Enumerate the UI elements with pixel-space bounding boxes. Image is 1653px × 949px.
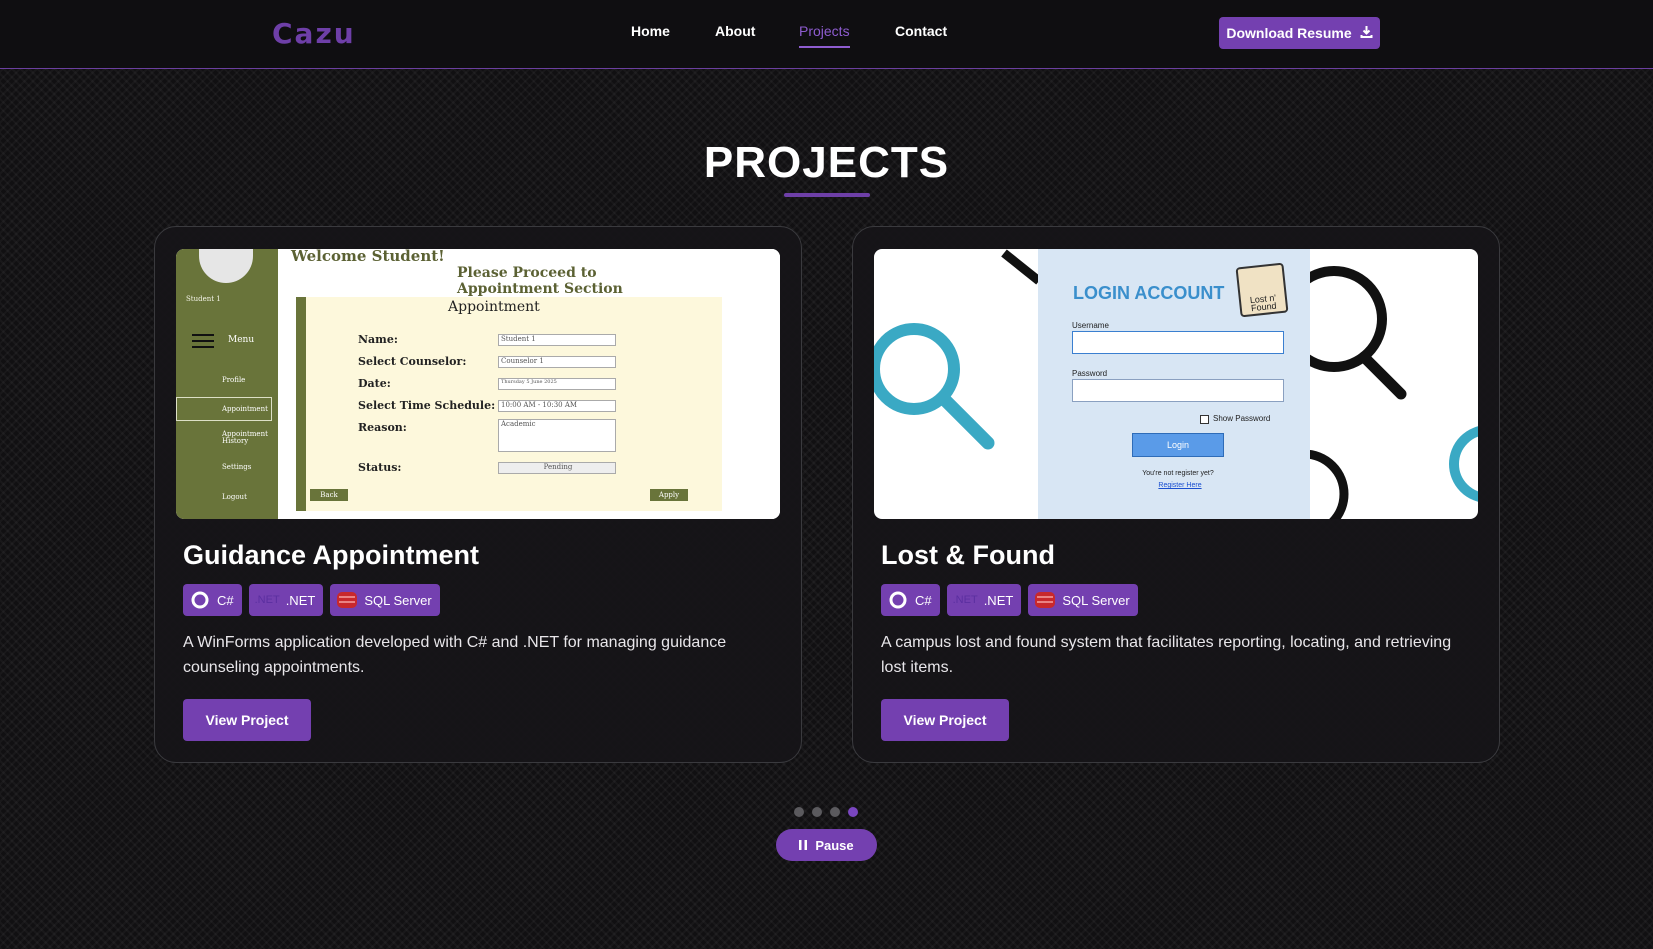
mock-student-name: Student 1 bbox=[186, 295, 221, 303]
tag-label: .NET bbox=[983, 592, 1014, 608]
download-resume-button[interactable]: Download Resume bbox=[1219, 17, 1380, 49]
nav-link-home[interactable]: Home bbox=[631, 23, 670, 39]
tag-dotnet: .NET .NET bbox=[946, 584, 1022, 616]
hamburger-icon bbox=[192, 334, 214, 348]
nav-link-contact[interactable]: Contact bbox=[895, 23, 947, 39]
mock-label: Select Time Schedule: bbox=[358, 399, 496, 412]
title-underline bbox=[784, 193, 870, 197]
pause-button[interactable]: Pause bbox=[776, 829, 877, 861]
tag-sql-server: SQL Server bbox=[330, 584, 440, 616]
project-card-lost-found: LOGIN ACCOUNT Lost n' Found Username Pas… bbox=[852, 226, 1500, 763]
section-title: PROJECTS bbox=[703, 138, 950, 187]
csharp-icon bbox=[887, 589, 909, 611]
nav-link-about[interactable]: About bbox=[715, 23, 755, 39]
sql-server-icon bbox=[1034, 589, 1056, 611]
mock-field: Pending bbox=[498, 462, 616, 474]
mock-apply-button: Apply bbox=[650, 489, 688, 501]
mock-label: Status: bbox=[358, 461, 402, 474]
dotnet-icon: .NET bbox=[952, 594, 978, 606]
view-project-button[interactable]: View Project bbox=[183, 699, 311, 741]
mock-password-label: Password bbox=[1072, 369, 1108, 378]
tag-csharp: C# bbox=[881, 584, 940, 616]
pause-icon bbox=[799, 838, 808, 853]
mock-username-label: Username bbox=[1072, 321, 1109, 330]
tag-label: SQL Server bbox=[364, 592, 432, 608]
mock-sidebar: Student 1 Menu Profile Appointment Appoi… bbox=[176, 249, 278, 519]
tech-tags: C# .NET .NET SQL Server bbox=[183, 584, 440, 616]
mock-login-button: Login bbox=[1132, 433, 1224, 457]
mock-menu-label: Menu bbox=[228, 335, 255, 345]
mock-checkbox bbox=[1200, 415, 1209, 424]
mock-field: Thursday 5 June 2025 bbox=[498, 378, 616, 390]
mock-heading-1: Please Proceed to bbox=[457, 265, 597, 281]
mock-side-item: Appointment History bbox=[222, 430, 268, 445]
tag-sql-server: SQL Server bbox=[1028, 584, 1138, 616]
navbar: Cazu Home About Projects Contact Downloa… bbox=[0, 0, 1653, 69]
tag-dotnet: .NET .NET bbox=[248, 584, 324, 616]
project-screenshot-lost-found: LOGIN ACCOUNT Lost n' Found Username Pas… bbox=[874, 249, 1478, 519]
tag-label: C# bbox=[217, 592, 234, 608]
mock-field: 10:00 AM - 10:30 AM bbox=[498, 400, 616, 412]
mock-field: Student 1 bbox=[498, 334, 616, 346]
sql-server-icon bbox=[336, 589, 358, 611]
mock-heading-2: Appointment Section bbox=[457, 281, 623, 297]
dotnet-icon: .NET bbox=[254, 594, 280, 606]
nav-link-projects[interactable]: Projects bbox=[799, 23, 850, 48]
mock-side-item: Profile bbox=[222, 376, 246, 384]
mock-welcome: Welcome Student! bbox=[291, 249, 445, 265]
mock-label: Name: bbox=[358, 333, 398, 346]
project-description: A campus lost and found system that faci… bbox=[881, 634, 1452, 676]
download-resume-label: Download Resume bbox=[1226, 25, 1352, 41]
project-screenshot-guidance: Student 1 Menu Profile Appointment Appoi… bbox=[176, 249, 780, 519]
mock-side-item: Appointment bbox=[222, 405, 268, 413]
tag-label: C# bbox=[915, 592, 932, 608]
project-title: Lost & Found bbox=[881, 540, 1055, 570]
tech-tags: C# .NET .NET SQL Server bbox=[881, 584, 1138, 616]
mock-back-button: Back bbox=[310, 489, 348, 501]
carousel-dots bbox=[794, 807, 858, 817]
mock-label: Select Counselor: bbox=[358, 355, 467, 368]
mock-login-heading: LOGIN ACCOUNT bbox=[1073, 283, 1225, 303]
project-card-guidance: Student 1 Menu Profile Appointment Appoi… bbox=[154, 226, 802, 763]
mock-label: Reason: bbox=[358, 421, 407, 434]
mock-side-item: Logout bbox=[222, 493, 247, 501]
carousel-dot[interactable] bbox=[794, 807, 804, 817]
view-project-button[interactable]: View Project bbox=[881, 699, 1009, 741]
download-icon bbox=[1360, 25, 1373, 41]
carousel-dot[interactable] bbox=[830, 807, 840, 817]
logo[interactable]: Cazu bbox=[272, 17, 356, 50]
mock-login-panel: LOGIN ACCOUNT Lost n' Found Username Pas… bbox=[1038, 249, 1310, 519]
pause-label: Pause bbox=[815, 837, 854, 853]
mock-field: Counselor 1 bbox=[498, 356, 616, 368]
mock-register-prompt: You're not register yet? bbox=[1142, 470, 1214, 477]
tag-label: SQL Server bbox=[1062, 592, 1130, 608]
mock-username-input bbox=[1072, 331, 1284, 354]
carousel-dot[interactable] bbox=[848, 807, 858, 817]
lost-found-logo-icon: Lost n' Found bbox=[1235, 262, 1289, 318]
mock-show-password: Show Password bbox=[1213, 414, 1271, 423]
csharp-icon bbox=[189, 589, 211, 611]
carousel-dot[interactable] bbox=[812, 807, 822, 817]
project-description: A WinForms application developed with C#… bbox=[183, 634, 727, 676]
mock-label: Date: bbox=[358, 377, 391, 390]
mock-panel-title: Appointment bbox=[448, 299, 540, 315]
mock-password-input bbox=[1072, 379, 1284, 402]
tag-label: .NET bbox=[285, 592, 316, 608]
mock-register-link: Register Here bbox=[1158, 482, 1202, 489]
project-title: Guidance Appointment bbox=[183, 540, 479, 570]
tag-csharp: C# bbox=[183, 584, 242, 616]
avatar-icon bbox=[199, 249, 253, 283]
mock-field: Academic bbox=[498, 419, 616, 452]
mock-side-item: Settings bbox=[222, 463, 252, 471]
